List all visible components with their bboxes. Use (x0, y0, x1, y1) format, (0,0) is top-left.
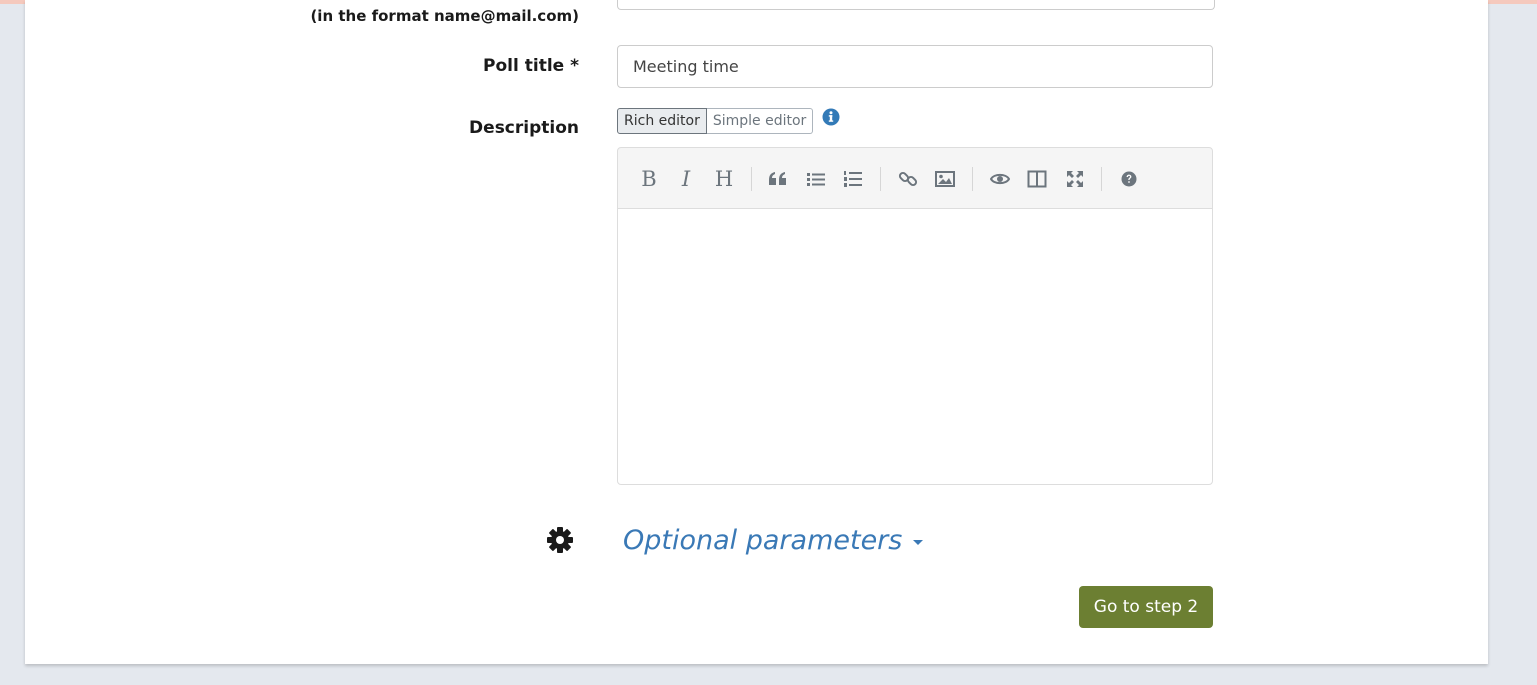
fullscreen-icon[interactable] (1060, 164, 1090, 194)
simple-editor-button[interactable]: Simple editor (706, 108, 814, 134)
email-input[interactable] (617, 0, 1215, 10)
quote-icon[interactable] (763, 164, 793, 194)
help-icon[interactable] (1114, 164, 1144, 194)
italic-glyph: I (681, 167, 691, 191)
toolbar-separator (751, 167, 752, 191)
bold-glyph: B (641, 167, 657, 191)
bold-icon[interactable]: B (634, 164, 664, 194)
unordered-list-icon[interactable] (801, 164, 831, 194)
poll-title-input[interactable] (617, 45, 1213, 88)
unordered-list-icon-svg (807, 173, 825, 186)
ordered-list-icon[interactable] (838, 164, 868, 194)
caret-down-icon (913, 540, 924, 545)
gear-icon (547, 527, 573, 553)
heading-glyph: H (714, 167, 734, 191)
image-icon-svg (935, 171, 955, 187)
ordered-list-icon-svg (844, 171, 862, 187)
poll-title-label: Poll title * (483, 56, 579, 76)
help-icon-svg (1121, 171, 1137, 187)
link-icon[interactable] (893, 164, 923, 194)
toolbar-separator (880, 167, 881, 191)
toolbar-separator (1101, 167, 1102, 191)
editor-mode-toggle: Rich editor Simple editor (617, 108, 814, 134)
description-editor-textarea[interactable] (617, 208, 1213, 485)
heading-icon[interactable]: H (709, 164, 739, 194)
side-by-side-icon-svg (1027, 170, 1047, 188)
preview-icon[interactable] (985, 164, 1015, 194)
fullscreen-icon-svg (1067, 171, 1083, 187)
link-icon-svg (898, 171, 918, 187)
rich-editor-button[interactable]: Rich editor (617, 108, 707, 134)
info-icon[interactable] (822, 108, 840, 126)
side-by-side-icon[interactable] (1022, 164, 1052, 194)
quote-icon-svg (769, 172, 786, 185)
image-icon[interactable] (930, 164, 960, 194)
email-format-hint: (in the format name@mail.com) (310, 7, 579, 25)
optional-parameters-label: Optional parameters (623, 525, 903, 556)
optional-parameters-toggle[interactable]: Optional parameters (623, 525, 924, 556)
italic-icon[interactable]: I (671, 164, 701, 194)
preview-icon-svg (990, 173, 1010, 185)
go-to-step-2-button[interactable]: Go to step 2 (1079, 586, 1213, 628)
description-label: Description (469, 118, 579, 138)
toolbar-separator (972, 167, 973, 191)
